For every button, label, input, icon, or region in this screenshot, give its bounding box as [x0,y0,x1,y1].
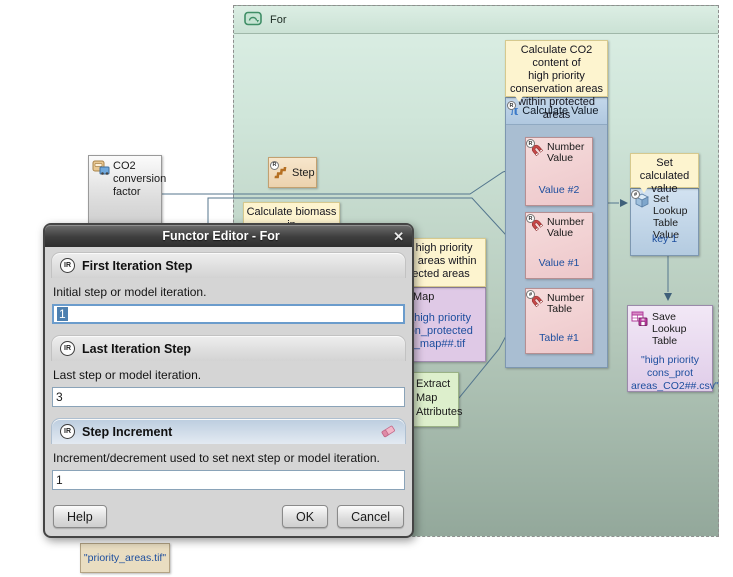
note-tail [515,96,523,102]
note-set-calculated-value: Set calculated value [630,153,699,188]
save-filename-line: cons_prot [631,367,709,380]
functor-title-line: Set Lookup [653,193,695,217]
ir-badge-icon: IR [60,258,75,273]
table-badge: # [526,290,535,299]
magnet-icon: # [529,293,544,315]
co2-label-line: conversion [113,173,166,186]
extract-label-line: Map [416,391,458,405]
real-badge: R [526,139,535,148]
ir-badge-icon: IR [60,424,75,439]
magnet-icon: R [529,142,544,164]
functor-value: key 1 [631,233,698,245]
section-heading: First Iteration Step [82,259,192,273]
save-lookup-table-functor[interactable]: Save Lookup Table "high priority cons_pr… [627,305,713,392]
set-lookup-table-value-functor[interactable]: # Set Lookup Table Value key 1 [630,188,699,256]
map-label: Map [413,291,434,306]
number-table-functor[interactable]: # Number Table Table #1 [525,288,593,354]
extract-label-line: Attributes [416,405,458,419]
step-label: Step [292,167,315,179]
number-value-2-functor[interactable]: R Number Value Value #2 [525,137,593,206]
extract-label-line: Extract [416,377,458,391]
note-text: high priority [508,70,605,83]
save-table-icon [631,311,648,347]
first-iteration-step-input[interactable]: 1 [52,304,405,324]
real-badge: R [270,161,279,170]
section-header-step-increment[interactable]: IR Step Increment [51,418,406,444]
number-value-1-functor[interactable]: R Number Value Value #1 [525,212,593,279]
input-value: 3 [56,390,63,404]
functor-title-line: Value [547,228,584,239]
functor-editor-dialog: Functor Editor - For ✕ IR First Iteratio… [43,223,414,538]
functor-value: Value #1 [526,257,592,269]
step-functor[interactable]: R Step [268,157,317,188]
section-header-last-iteration-step[interactable]: IR Last Iteration Step [51,335,406,361]
note-calculate-co2: Calculate CO2 content of high priority c… [505,40,608,97]
functor-title-line: Table [652,335,709,347]
calculate-value-group[interactable]: π R Calculate Value R Number Value [505,97,608,368]
dialog-body: IR First Iteration Step Initial step or … [45,247,412,536]
note-text: Calculate CO2 content of [508,44,605,70]
co2-label-line: factor [113,186,166,199]
step-icon: R [273,164,288,182]
note-text: Set calculated [633,157,696,183]
close-icon[interactable]: ✕ [391,230,406,243]
save-filename-line: areas_CO2##.csv" [631,380,709,393]
step-increment-input[interactable]: 1 [52,470,405,490]
dialog-titlebar[interactable]: Functor Editor - For ✕ [45,225,412,247]
section-header-first-iteration-step[interactable]: IR First Iteration Step [51,252,406,278]
input-value-selected: 1 [57,307,68,321]
real-badge: R [526,214,535,223]
functor-title-line: Save Lookup [652,311,709,335]
functor-value: Table #1 [526,332,592,344]
section-heading: Step Increment [82,425,172,439]
priority-filename: "priority_areas.tif" [84,552,166,564]
ok-button[interactable]: OK [282,505,328,528]
cancel-button[interactable]: Cancel [337,505,404,528]
functor-value: Value #2 [526,184,592,196]
note-tail [640,187,648,193]
lookup-table-truck-icon [92,160,110,220]
functor-title-line: Value [547,153,584,164]
help-button[interactable]: Help [53,505,107,528]
input-value: 1 [56,473,63,487]
note-text: conservation areas [508,83,605,96]
save-filename-line: "high priority [631,354,709,367]
last-iteration-step-input[interactable]: 3 [52,387,405,407]
magnet-icon: R [529,217,544,239]
priority-areas-functor[interactable]: "priority_areas.tif" [80,543,170,573]
section-description: Initial step or model iteration. [53,285,404,299]
ir-badge-icon: IR [60,341,75,356]
section-heading: Last Iteration Step [82,342,191,356]
dialog-title: Functor Editor - For [51,229,391,243]
eraser-icon[interactable] [380,423,397,441]
co2-conversion-factor-functor[interactable]: CO2 conversion factor [88,155,162,225]
section-description: Increment/decrement used to set next ste… [53,451,404,465]
co2-label-line: CO2 [113,160,166,173]
functor-title-line: Table [547,304,584,315]
section-description: Last step or model iteration. [53,368,404,382]
